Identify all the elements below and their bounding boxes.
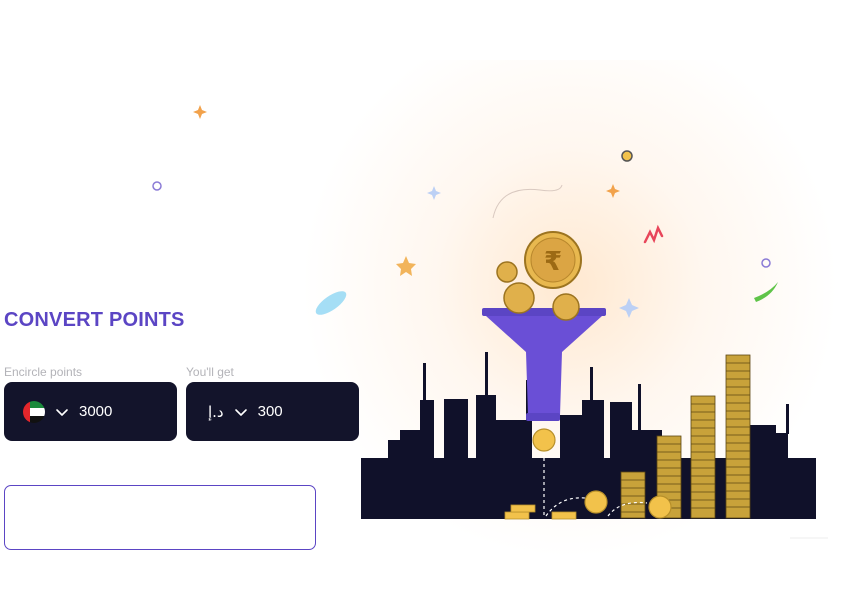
- rupee-coins: ₹: [496, 231, 582, 321]
- rupee-symbol: ₹: [544, 247, 562, 277]
- conversion-illustration: ₹: [361, 231, 828, 539]
- ring-dot-icon: [152, 181, 162, 191]
- sparkle-icon: [193, 105, 207, 119]
